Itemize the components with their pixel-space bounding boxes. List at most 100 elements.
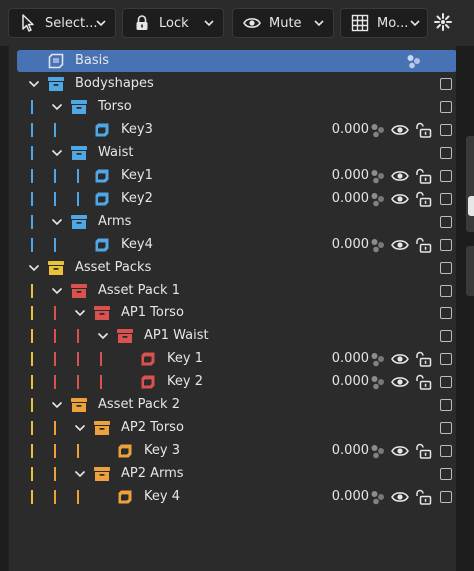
shape-key-icon — [139, 350, 157, 368]
driver-dots-icon[interactable] — [369, 121, 387, 139]
driver-dots-icon[interactable] — [369, 488, 387, 506]
chevron-down-icon[interactable] — [50, 284, 64, 298]
cursor-arrow-icon — [17, 12, 39, 34]
chevron-down-icon[interactable] — [73, 306, 87, 320]
tree-folder-row[interactable]: Bodyshapes — [17, 73, 457, 95]
unlock-icon[interactable] — [414, 442, 432, 460]
unlock-icon[interactable] — [414, 373, 432, 391]
chevron-down-icon[interactable] — [73, 467, 87, 481]
tree-folder-row[interactable]: Asset Pack 1 — [17, 280, 457, 302]
driver-dots-icon[interactable] — [369, 442, 387, 460]
eye-icon[interactable] — [391, 168, 409, 184]
tree-folder-row[interactable]: AP1 Waist — [17, 325, 457, 347]
select-dropdown[interactable]: Select... — [8, 8, 116, 38]
value-field[interactable]: 0.000 — [323, 351, 369, 366]
side-tab[interactable] — [466, 246, 474, 296]
unlock-icon[interactable] — [414, 190, 432, 208]
row-label: Key 1 — [167, 351, 203, 367]
checkbox[interactable] — [440, 353, 452, 366]
lock-dropdown[interactable]: Lock — [122, 8, 224, 38]
tree-folder-row[interactable]: Asset Pack 2 — [17, 394, 457, 416]
unlock-icon[interactable] — [414, 121, 432, 139]
eye-icon[interactable] — [391, 351, 409, 367]
value-field[interactable]: 0.000 — [323, 374, 369, 389]
eye-icon[interactable] — [391, 237, 409, 253]
value-field[interactable]: 0.000 — [323, 122, 369, 137]
chevron-down-icon[interactable] — [50, 146, 64, 160]
driver-dots-icon[interactable] — [405, 52, 423, 70]
chevron-down-icon — [409, 17, 421, 33]
checkbox[interactable] — [440, 215, 452, 228]
driver-dots-icon[interactable] — [369, 236, 387, 254]
tree-folder-row[interactable]: AP2 Arms — [17, 463, 457, 485]
unlock-icon[interactable] — [414, 236, 432, 254]
checkbox[interactable] — [440, 491, 452, 504]
unlock-icon[interactable] — [414, 488, 432, 506]
tree-folder-row[interactable]: Torso — [17, 96, 457, 118]
checkbox[interactable] — [440, 238, 452, 251]
shape-key-row[interactable]: Key 2 0.000 — [17, 371, 457, 393]
value-field[interactable]: 0.000 — [323, 168, 369, 183]
value-field[interactable]: 0.000 — [323, 489, 369, 504]
value-field[interactable]: 0.000 — [323, 237, 369, 252]
checkbox[interactable] — [440, 146, 452, 159]
tree-folder-row[interactable]: Waist — [17, 142, 457, 164]
chevron-down-icon[interactable] — [96, 329, 110, 343]
chevron-down-icon[interactable] — [50, 215, 64, 229]
shape-key-row[interactable]: Key 1 0.000 — [17, 348, 457, 370]
unlock-icon[interactable] — [414, 350, 432, 368]
shape-key-row[interactable]: Key1 0.000 — [17, 165, 457, 187]
tree-folder-row[interactable]: Arms — [17, 211, 457, 233]
row-label: Bodyshapes — [75, 75, 154, 91]
tree-folder-row[interactable]: AP2 Torso — [17, 417, 457, 439]
eye-icon[interactable] — [391, 489, 409, 505]
eye-icon[interactable] — [391, 374, 409, 390]
eye-icon[interactable] — [391, 191, 409, 207]
value-field[interactable]: 0.000 — [323, 191, 369, 206]
shape-key-row[interactable]: Key 4 0.000 — [17, 486, 457, 508]
checkbox[interactable] — [440, 468, 452, 481]
checkbox[interactable] — [440, 445, 452, 458]
mute-dropdown[interactable]: Mute — [232, 8, 334, 38]
checkbox[interactable] — [440, 261, 452, 274]
eye-icon[interactable] — [391, 122, 409, 138]
tree-folder-row[interactable]: Asset Packs — [17, 257, 457, 279]
sparkle-settings-icon[interactable] — [432, 11, 454, 33]
shape-key-row[interactable]: Key2 0.000 — [17, 188, 457, 210]
driver-dots-icon[interactable] — [369, 373, 387, 391]
driver-dots-icon[interactable] — [369, 350, 387, 368]
side-tab[interactable] — [466, 136, 474, 232]
chevron-down-icon[interactable] — [50, 398, 64, 412]
hierarchy-guide-line — [77, 444, 79, 459]
checkbox[interactable] — [440, 100, 452, 113]
chevron-down-icon[interactable] — [27, 77, 41, 91]
row-label: Waist — [98, 144, 134, 160]
shape-key-row[interactable]: Key4 0.000 — [17, 234, 457, 256]
shape-key-row[interactable]: Key 3 0.000 — [17, 440, 457, 462]
chevron-down-icon[interactable] — [50, 100, 64, 114]
driver-dots-icon[interactable] — [369, 167, 387, 185]
hierarchy-guide-line — [31, 398, 33, 413]
unlock-icon[interactable] — [414, 167, 432, 185]
checkbox[interactable] — [440, 330, 452, 343]
driver-dots-icon[interactable] — [369, 190, 387, 208]
hierarchy-guide-line — [54, 467, 56, 482]
checkbox[interactable] — [440, 123, 452, 136]
checkbox[interactable] — [440, 399, 452, 412]
checkbox[interactable] — [440, 192, 452, 205]
chevron-down-icon[interactable] — [27, 261, 41, 275]
value-field[interactable]: 0.000 — [323, 443, 369, 458]
chevron-down-icon[interactable] — [73, 421, 87, 435]
mode-dropdown[interactable]: Mo... — [340, 8, 428, 38]
checkbox[interactable] — [440, 422, 452, 435]
checkbox[interactable] — [440, 77, 452, 90]
eye-icon[interactable] — [391, 443, 409, 459]
checkbox[interactable] — [440, 284, 452, 297]
tree-folder-row[interactable]: AP1 Torso — [17, 302, 457, 324]
checkbox[interactable] — [440, 169, 452, 182]
shape-key-row[interactable]: Key3 0.000 — [17, 119, 457, 141]
basis-row[interactable]: Basis — [17, 50, 457, 72]
row-label: AP1 Torso — [121, 305, 184, 321]
checkbox[interactable] — [440, 307, 452, 320]
checkbox[interactable] — [440, 376, 452, 389]
